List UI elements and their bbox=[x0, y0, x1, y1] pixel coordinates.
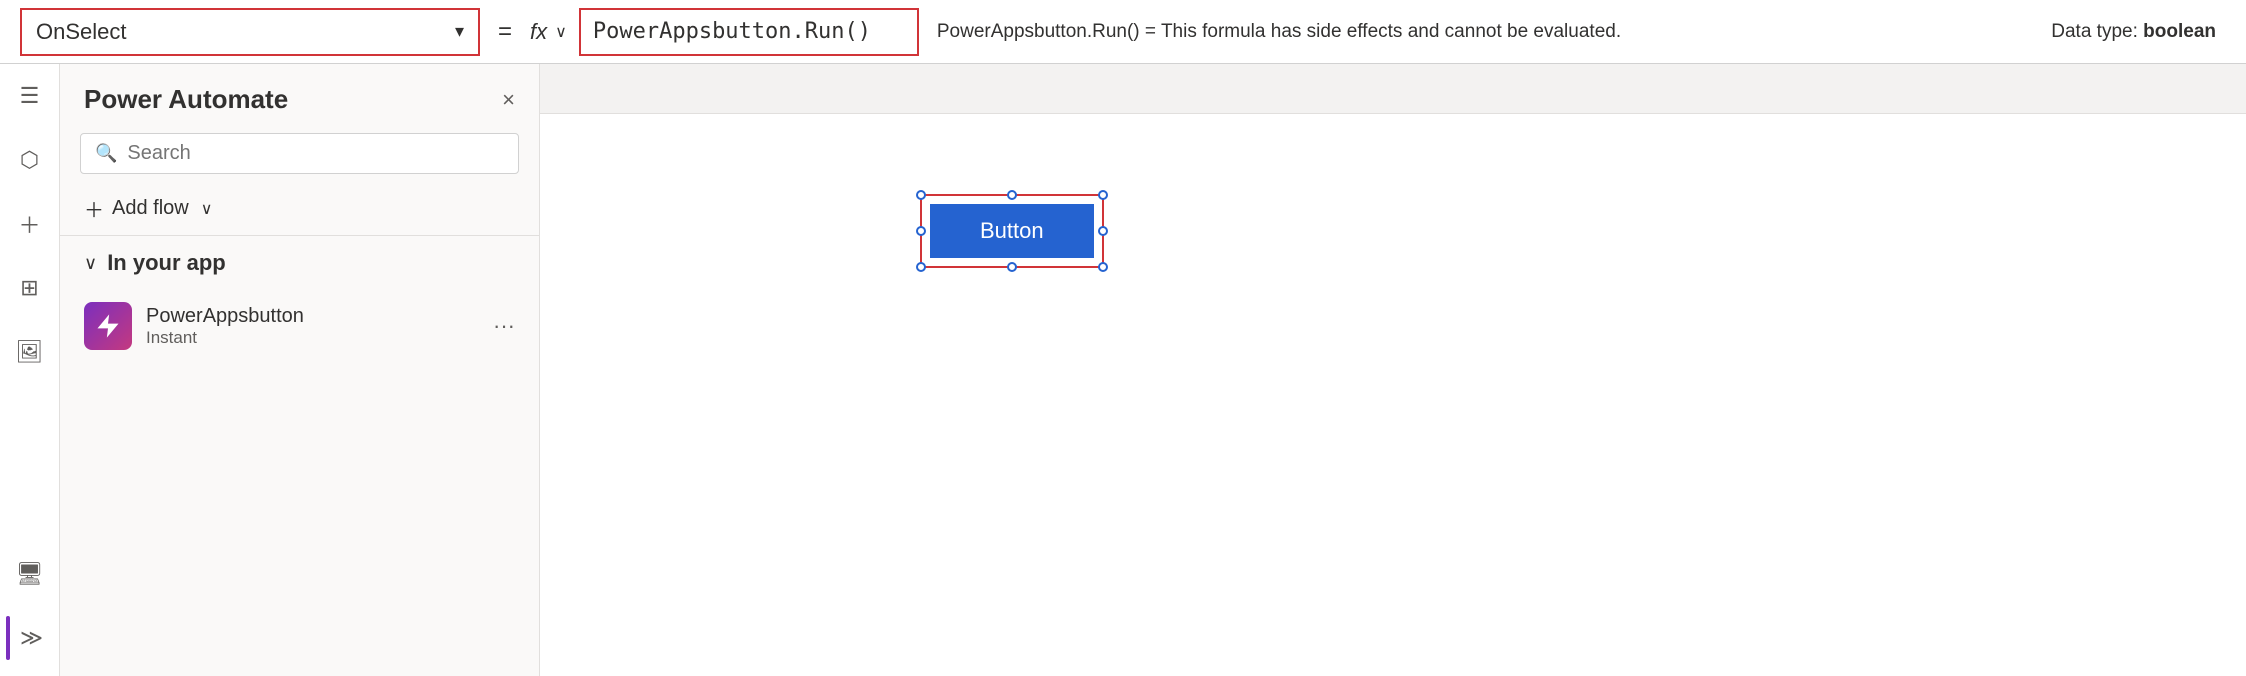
formula-bar: OnSelect ▾ = fx ∨ PowerAppsbutton.Run() … bbox=[0, 0, 2246, 64]
flow-icon bbox=[84, 302, 132, 350]
search-icon: 🔍 bbox=[95, 143, 117, 164]
data-type-label: Data type: boolean bbox=[2051, 21, 2216, 43]
pa-panel-close-button[interactable]: × bbox=[502, 87, 515, 113]
canvas-content[interactable]: Button bbox=[540, 114, 2246, 676]
formula-value: PowerAppsbutton.Run() bbox=[593, 19, 871, 44]
property-dropdown[interactable]: OnSelect ▾ bbox=[20, 8, 480, 56]
sidebar-icon-data[interactable]: ⊞ bbox=[8, 266, 52, 310]
in-your-app-label: In your app bbox=[107, 250, 226, 276]
handle-top-middle[interactable] bbox=[1007, 190, 1017, 200]
handle-bottom-left[interactable] bbox=[916, 262, 926, 272]
handle-middle-right[interactable] bbox=[1098, 226, 1108, 236]
canvas-area: Button bbox=[540, 64, 2246, 676]
canvas-selected-element: Button bbox=[920, 194, 1104, 268]
pa-panel-header: Power Automate × bbox=[60, 64, 539, 125]
add-flow-row[interactable]: ＋ Add flow ∨ bbox=[60, 182, 539, 235]
canvas-top-bar bbox=[540, 64, 2246, 114]
main-area: ☰ ⬡ ＋ ⊞ 🖼 🖥 ≫ bbox=[0, 64, 2246, 676]
flow-item[interactable]: PowerAppsbutton Instant ··· bbox=[60, 290, 539, 362]
sidebar-icon-screen[interactable]: 🖥 bbox=[8, 552, 52, 596]
handle-bottom-middle[interactable] bbox=[1007, 262, 1017, 272]
handle-bottom-right[interactable] bbox=[1098, 262, 1108, 272]
sidebar-icon-power-automate[interactable]: ≫ bbox=[10, 616, 54, 660]
add-flow-label: Add flow bbox=[112, 197, 189, 220]
add-icon: ＋ bbox=[84, 194, 104, 223]
layers-icon: ⬡ bbox=[20, 147, 39, 173]
add-icon: ＋ bbox=[18, 208, 40, 240]
hamburger-icon: ☰ bbox=[20, 83, 40, 109]
handle-top-right[interactable] bbox=[1098, 190, 1108, 200]
flow-info: PowerAppsbutton Instant bbox=[146, 305, 479, 348]
formula-info: PowerAppsbutton.Run() = This formula has… bbox=[937, 21, 2051, 43]
sidebar-icon-media[interactable]: 🖼 bbox=[8, 330, 52, 374]
in-your-app-row[interactable]: ∨ In your app bbox=[60, 236, 539, 290]
data-type-key: Data type: bbox=[2051, 21, 2138, 42]
search-input[interactable] bbox=[127, 142, 504, 165]
icon-sidebar-bottom: 🖥 ≫ bbox=[6, 552, 54, 676]
sidebar-icon-layers[interactable]: ⬡ bbox=[8, 138, 52, 182]
pa-search-box[interactable]: 🔍 bbox=[80, 133, 519, 174]
flow-type: Instant bbox=[146, 328, 479, 348]
power-automate-icon: ≫ bbox=[20, 625, 43, 651]
chevron-down-icon: ∨ bbox=[84, 253, 97, 274]
icon-sidebar: ☰ ⬡ ＋ ⊞ 🖼 🖥 ≫ bbox=[0, 64, 60, 676]
data-type-value: boolean bbox=[2143, 21, 2216, 42]
formula-info-text: PowerAppsbutton.Run() = This formula has… bbox=[937, 21, 1621, 42]
canvas-button-element[interactable]: Button bbox=[930, 204, 1094, 258]
handle-top-left[interactable] bbox=[916, 190, 926, 200]
flow-more-button[interactable]: ··· bbox=[493, 313, 515, 339]
handle-middle-left[interactable] bbox=[916, 226, 926, 236]
power-automate-logo-icon bbox=[94, 312, 122, 340]
screen-icon: 🖥 bbox=[16, 561, 44, 587]
fx-label: fx bbox=[530, 19, 547, 45]
property-dropdown-label: OnSelect bbox=[36, 19, 127, 45]
pa-panel: Power Automate × 🔍 ＋ Add flow ∨ ∨ In you… bbox=[60, 64, 540, 676]
fx-chevron-icon: ∨ bbox=[555, 22, 567, 42]
database-icon: ⊞ bbox=[20, 275, 38, 301]
canvas-button-wrapper: Button bbox=[920, 194, 1104, 268]
chevron-down-icon: ▾ bbox=[455, 21, 464, 42]
pa-panel-title: Power Automate bbox=[84, 84, 288, 115]
sidebar-icon-add[interactable]: ＋ bbox=[8, 202, 52, 246]
sidebar-icon-hamburger[interactable]: ☰ bbox=[8, 74, 52, 118]
fx-section: fx ∨ bbox=[530, 19, 579, 45]
active-icon-wrapper: ≫ bbox=[6, 616, 54, 660]
chevron-down-icon: ∨ bbox=[201, 199, 213, 219]
formula-input[interactable]: PowerAppsbutton.Run() bbox=[579, 8, 919, 56]
media-icon: 🖼 bbox=[16, 339, 44, 365]
app-root: OnSelect ▾ = fx ∨ PowerAppsbutton.Run() … bbox=[0, 0, 2246, 676]
equals-sign: = bbox=[498, 18, 512, 46]
flow-name: PowerAppsbutton bbox=[146, 305, 479, 328]
active-indicator bbox=[6, 616, 10, 660]
